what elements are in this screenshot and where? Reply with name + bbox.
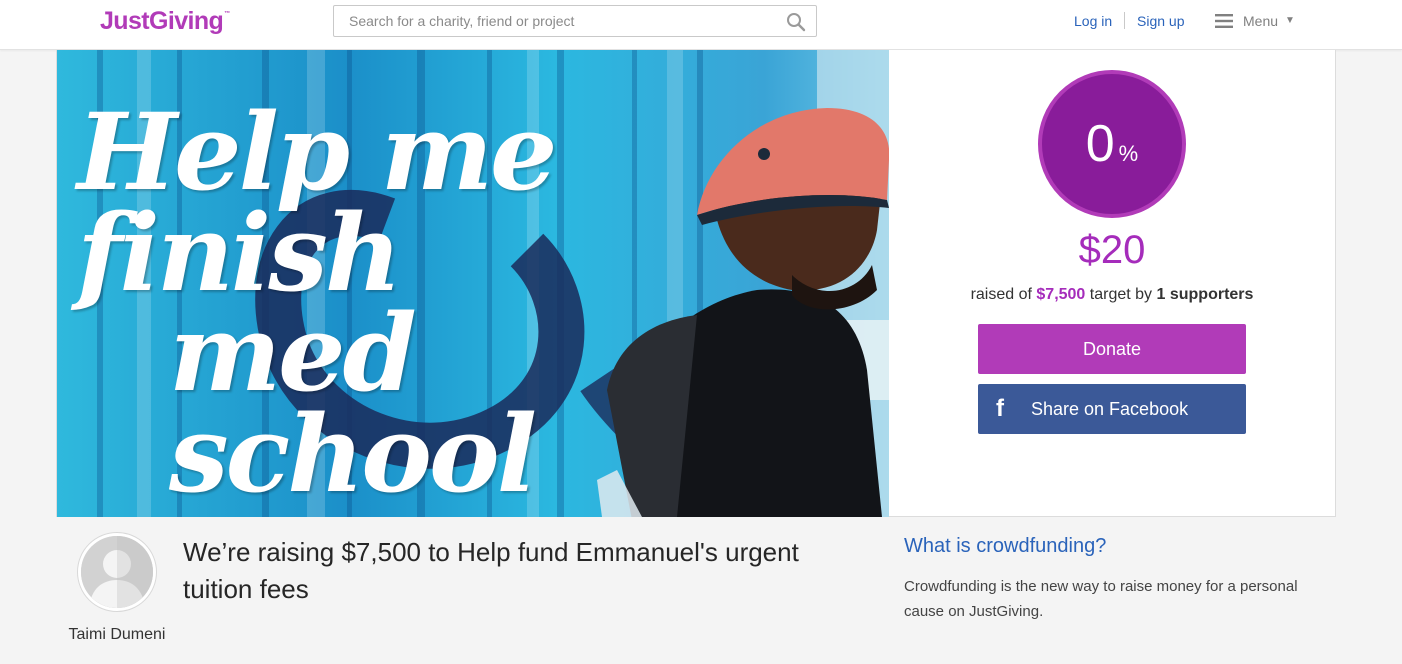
progress-percent-sign: % bbox=[1118, 141, 1139, 166]
donation-panel: 0% $20 raised of $7,500 target by 1 supp… bbox=[889, 50, 1335, 517]
default-avatar-icon bbox=[81, 536, 153, 608]
logo-text: JustGiving bbox=[100, 7, 224, 35]
raised-prefix: raised of bbox=[970, 286, 1032, 303]
chevron-down-icon: ▼ bbox=[1285, 15, 1295, 26]
crowdfunding-heading[interactable]: What is crowdfunding? bbox=[904, 535, 1106, 558]
nav-divider bbox=[1124, 12, 1125, 29]
hero-image: Help me finish med school bbox=[57, 50, 889, 517]
hero-headline-line1: Help me finish bbox=[77, 89, 557, 315]
crowdfunding-description: Crowdfunding is the new way to raise mon… bbox=[904, 578, 1298, 620]
search-icon[interactable] bbox=[786, 12, 806, 32]
search-box bbox=[333, 5, 817, 37]
login-link[interactable]: Log in bbox=[1074, 13, 1112, 29]
owner-name[interactable]: Taimi Dumeni bbox=[68, 624, 166, 646]
target-word: target by bbox=[1089, 286, 1153, 303]
top-header: JustGiving™ Log in Sign up Menu ▼ bbox=[0, 0, 1402, 50]
hero-headline-line2: med school bbox=[169, 290, 537, 517]
avatar[interactable] bbox=[78, 533, 156, 611]
raised-summary: raised of $7,500 target by 1 supporters bbox=[889, 286, 1335, 304]
menu-label: Menu bbox=[1243, 13, 1279, 29]
donate-button[interactable]: Donate bbox=[978, 324, 1246, 374]
raised-amount: $20 bbox=[1078, 228, 1146, 272]
hero-headline: Help me finish med school bbox=[77, 99, 717, 517]
hero-card: Help me finish med school 0% $20 raised … bbox=[56, 50, 1336, 517]
signup-link[interactable]: Sign up bbox=[1137, 13, 1184, 29]
search-input[interactable] bbox=[334, 6, 774, 36]
justgiving-logo[interactable]: JustGiving™ bbox=[100, 7, 230, 36]
hamburger-menu-icon bbox=[1215, 14, 1233, 28]
progress-percent: 0% bbox=[1042, 114, 1182, 174]
facebook-icon: f bbox=[996, 395, 1004, 422]
progress-percent-value: 0 bbox=[1085, 115, 1115, 173]
page-title: We’re raising $7,500 to Help fund Emmanu… bbox=[183, 537, 799, 604]
target-amount: $7,500 bbox=[1036, 286, 1086, 303]
share-facebook-label: Share on Facebook bbox=[1031, 399, 1189, 419]
logo-trademark: ™ bbox=[224, 11, 230, 17]
supporters-word: supporters bbox=[1169, 286, 1254, 303]
menu-button[interactable]: Menu ▼ bbox=[1215, 12, 1305, 32]
supporters-count: 1 bbox=[1156, 286, 1166, 303]
progress-ring: 0% bbox=[1038, 70, 1186, 218]
share-facebook-button[interactable]: f Share on Facebook bbox=[978, 384, 1246, 434]
